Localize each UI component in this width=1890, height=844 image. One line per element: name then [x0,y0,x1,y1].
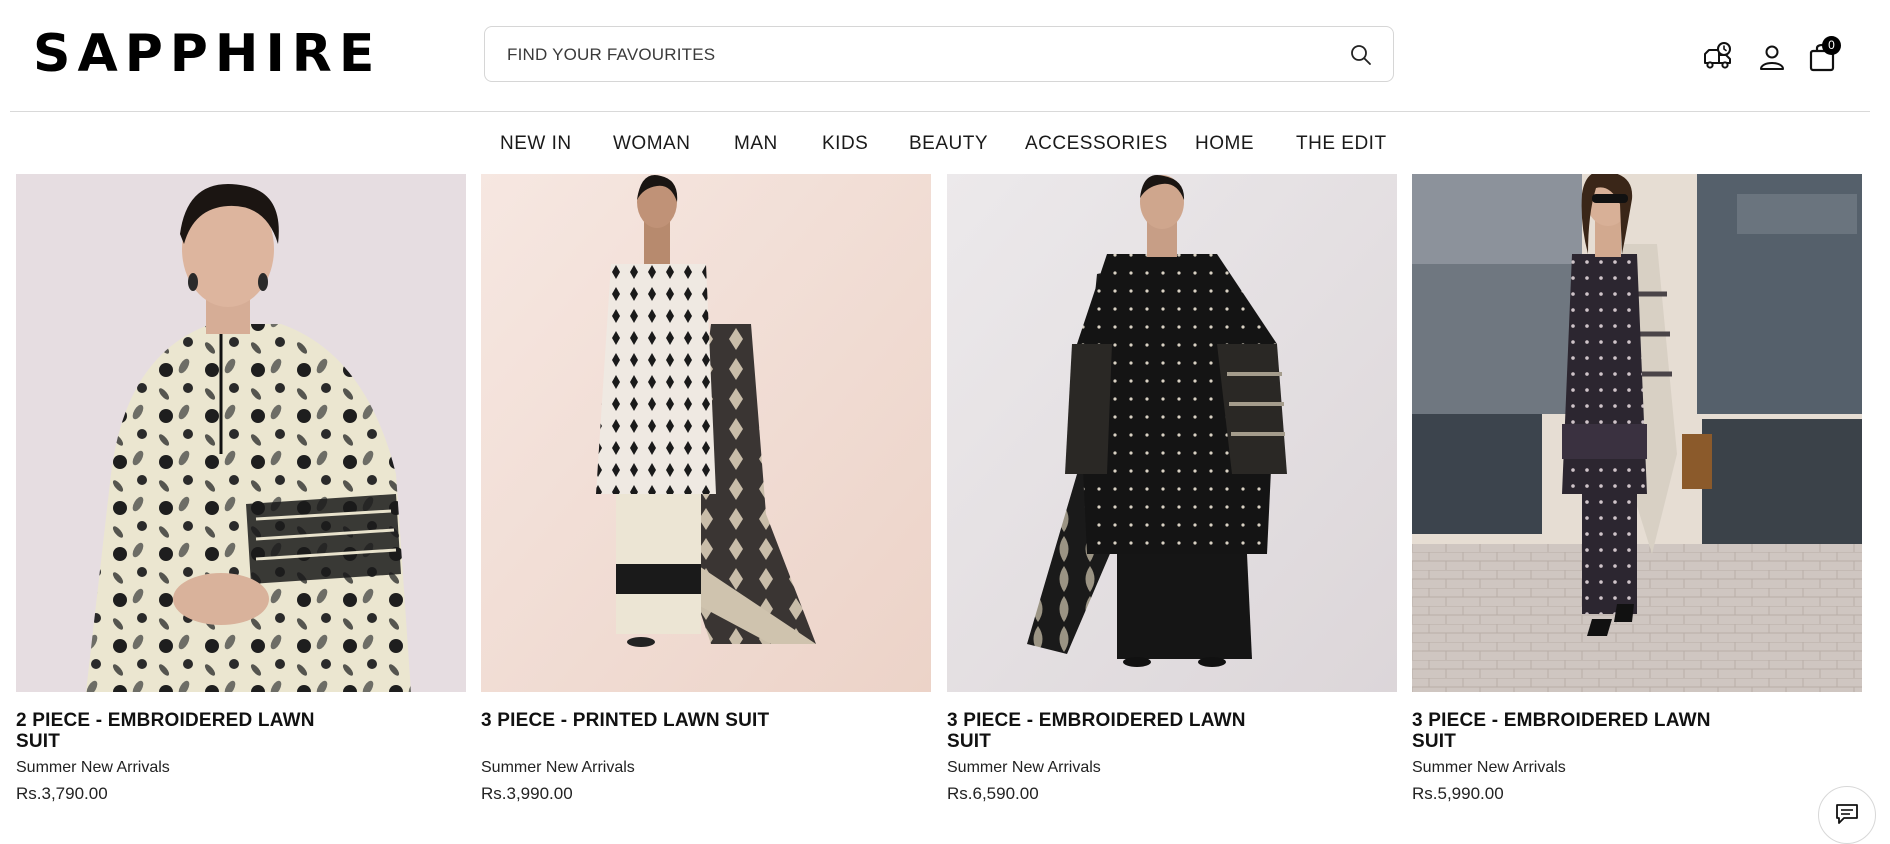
nav-item-new-in[interactable]: NEW IN [500,132,572,156]
product-card[interactable]: 3 PIECE - EMBROIDERED LAWN SUIT Summer N… [1412,174,1862,832]
nav-item-woman[interactable]: WOMAN [613,132,690,156]
product-title[interactable]: 2 PIECE - EMBROIDERED LAWN SUIT [16,710,346,752]
product-card[interactable]: 3 PIECE - EMBROIDERED LAWN SUIT Summer N… [947,174,1397,832]
nav-item-man[interactable]: MAN [734,132,778,156]
chat-button[interactable] [1818,786,1876,844]
product-card[interactable]: 2 PIECE - EMBROIDERED LAWN SUIT Summer N… [16,174,466,832]
product-subtitle: Summer New Arrivals [16,759,170,776]
nav-item-the-edit[interactable]: THE EDIT [1296,132,1387,156]
product-subtitle: Summer New Arrivals [1412,759,1566,776]
main-navigation: NEW IN WOMAN MAN KIDS BEAUTY ACCESSORIES… [0,112,1890,172]
product-image[interactable] [1412,174,1862,692]
nav-item-kids[interactable]: KIDS [822,132,868,156]
product-price: Rs.3,790.00 [16,784,108,803]
search-input[interactable] [505,27,1329,83]
product-title[interactable]: 3 PIECE - EMBROIDERED LAWN SUIT [1412,710,1742,752]
nav-item-beauty[interactable]: BEAUTY [909,132,988,156]
site-header: SAPPHIRE 0 [0,0,1890,110]
product-subtitle: Summer New Arrivals [481,759,635,776]
delivery-truck-icon[interactable] [1702,40,1734,72]
search-bar[interactable] [484,26,1394,83]
product-subtitle: Summer New Arrivals [947,759,1101,776]
nav-item-home[interactable]: HOME [1195,132,1254,156]
search-icon[interactable] [1349,43,1373,67]
user-icon[interactable] [1757,42,1787,72]
product-price: Rs.3,990.00 [481,784,573,803]
brand-logo[interactable]: SAPPHIRE [33,22,381,86]
product-card[interactable]: 3 PIECE - PRINTED LAWN SUIT Summer New A… [481,174,931,832]
product-price: Rs.5,990.00 [1412,784,1504,803]
product-price: Rs.6,590.00 [947,784,1039,803]
product-image[interactable] [481,174,931,692]
product-image[interactable] [947,174,1397,692]
product-title[interactable]: 3 PIECE - EMBROIDERED LAWN SUIT [947,710,1277,752]
cart-count-badge: 0 [1822,36,1841,55]
nav-item-accessories[interactable]: ACCESSORIES [1025,132,1168,156]
product-title[interactable]: 3 PIECE - PRINTED LAWN SUIT [481,710,811,731]
product-grid: 2 PIECE - EMBROIDERED LAWN SUIT Summer N… [0,174,1890,832]
product-image[interactable] [16,174,466,692]
chat-icon [1836,804,1858,824]
